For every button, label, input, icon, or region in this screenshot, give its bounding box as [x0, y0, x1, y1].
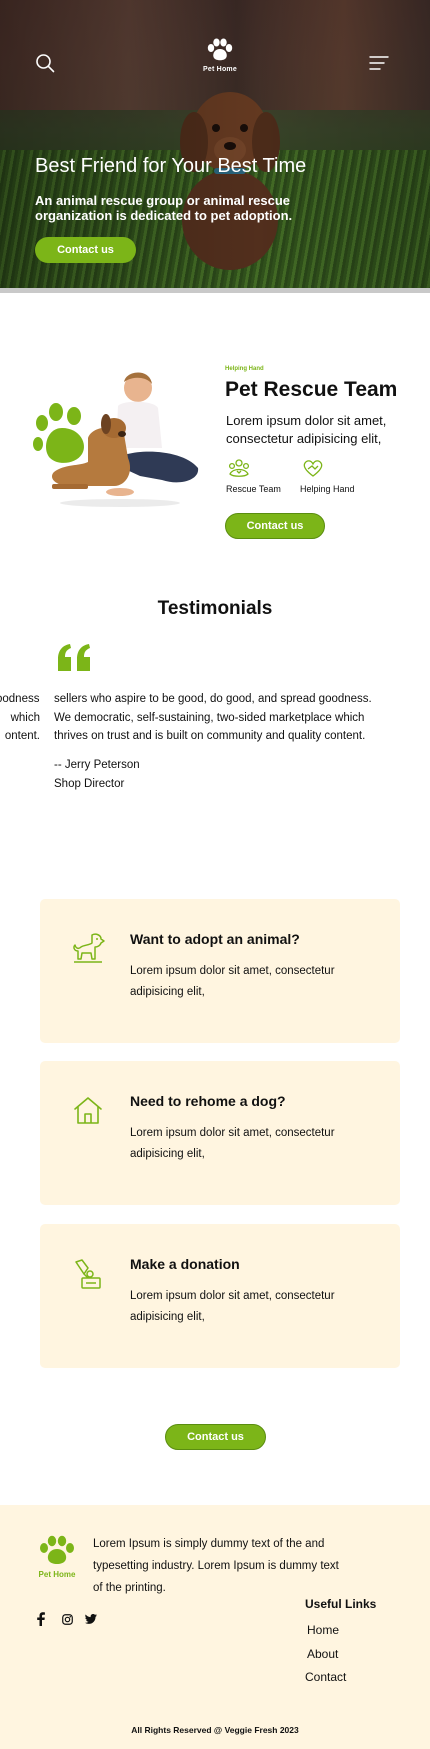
card-text: Lorem ipsum dolor sit amet, consectetur …: [130, 1127, 335, 1160]
footer: Pet Home Lorem Ipsum is simply dummy tex…: [0, 1505, 430, 1749]
prev-line: ontent.: [4, 730, 40, 742]
header-logo[interactable]: Pet Home: [198, 38, 242, 74]
previous-testimonial-peek: oodness. which ontent.: [0, 690, 40, 746]
hero-contact-button[interactable]: Contact us: [35, 237, 136, 263]
useful-links-title: Useful Links: [305, 1597, 377, 1611]
rescue-title: Pet Rescue Team: [225, 378, 398, 401]
card-donation[interactable]: Make a donation Lorem ipsum dolor sit am…: [40, 1224, 400, 1368]
footer-about-text: Lorem Ipsum is simply dummy text of the …: [93, 1538, 339, 1594]
hero-title: Best Friend for Your Best Time: [35, 155, 307, 177]
dog-icon: [73, 933, 105, 963]
helping-hand-icon: [303, 460, 323, 477]
hero-divider: [0, 288, 430, 293]
testimonial-author-block: -- Jerry Peterson Shop Director: [54, 756, 140, 793]
copyright-text: All Rights Reserved @ Veggie Fresh 2023: [131, 1725, 299, 1735]
footer-link-contact[interactable]: Contact: [305, 1670, 346, 1684]
testimonial-line: We democratic, self-sustaining, two-side…: [54, 711, 365, 724]
footer-logo-text: Pet Home: [38, 1570, 76, 1579]
search-icon: [36, 54, 55, 73]
rescue-text: Lorem ipsum dolor sit amet, consectetur …: [226, 413, 387, 446]
card-title: Want to adopt an animal?: [130, 931, 300, 947]
testimonials-title: Testimonials: [157, 598, 273, 619]
card-rehome[interactable]: Need to rehome a dog? Lorem ipsum dolor …: [40, 1061, 400, 1205]
rescue-tag: Helping Hand: [225, 366, 264, 372]
feature-helping-hand: Helping Hand: [300, 458, 355, 494]
testimonial-author: -- Jerry Peterson: [54, 759, 140, 771]
footer-link-home[interactable]: Home: [307, 1623, 339, 1637]
facebook-link[interactable]: [34, 1612, 48, 1626]
feature-label: Helping Hand: [300, 484, 355, 494]
card-adopt[interactable]: Want to adopt an animal? Lorem ipsum dol…: [40, 899, 400, 1043]
testimonial-line: sellers who aspire to be good, do good, …: [54, 693, 372, 705]
facebook-icon: [37, 1612, 45, 1626]
paw-icon: [207, 38, 233, 61]
logo-text: Pet Home: [203, 66, 237, 73]
testimonial-line: thrives on trust and is built on communi…: [54, 730, 366, 742]
cta-contact-button[interactable]: Contact us: [165, 1424, 266, 1450]
twitter-link[interactable]: [84, 1612, 98, 1626]
instagram-icon: [61, 1613, 73, 1625]
card-text: Lorem ipsum dolor sit amet, consectetur …: [130, 1290, 335, 1323]
quote-icon: [58, 644, 90, 671]
hamburger-menu-icon: [369, 56, 389, 70]
prev-line: which: [10, 711, 40, 724]
feature-label: Rescue Team: [226, 484, 281, 494]
boy-with-dog-image: [33, 372, 199, 507]
rescue-team-icon: [228, 459, 250, 477]
instagram-link[interactable]: [60, 1612, 74, 1626]
hero-section: Pet Home Best Friend for Your Best Time …: [0, 0, 430, 290]
card-title: Need to rehome a dog?: [130, 1093, 286, 1109]
twitter-icon: [85, 1614, 97, 1624]
footer-logo[interactable]: Pet Home: [36, 1535, 78, 1581]
house-icon: [74, 1097, 102, 1124]
prev-line: oodness.: [0, 693, 40, 705]
search-button[interactable]: [32, 50, 58, 76]
testimonial-role: Shop Director: [54, 777, 125, 790]
paw-icon: [40, 1535, 74, 1564]
hero-subtitle: An animal rescue group or animal rescue …: [35, 193, 293, 223]
card-text: Lorem ipsum dolor sit amet, consectetur …: [130, 965, 335, 998]
testimonial-text: sellers who aspire to be good, do good, …: [54, 690, 430, 746]
feature-rescue-team: Rescue Team: [226, 458, 281, 494]
footer-link-about[interactable]: About: [307, 1647, 338, 1661]
card-title: Make a donation: [130, 1256, 240, 1272]
menu-button[interactable]: [366, 50, 392, 76]
donation-icon: [75, 1259, 101, 1289]
rescue-contact-button[interactable]: Contact us: [225, 513, 325, 539]
